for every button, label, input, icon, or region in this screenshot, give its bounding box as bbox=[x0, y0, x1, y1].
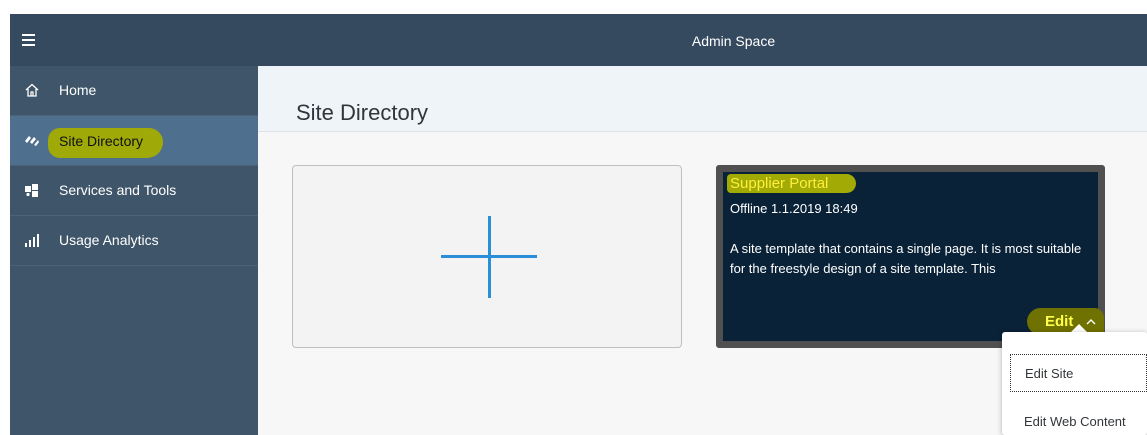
sidebar-item-label: Site Directory bbox=[48, 128, 164, 158]
shell-bar: Admin Space bbox=[10, 14, 1147, 66]
sidebar-item-usage-analytics[interactable]: Usage Analytics bbox=[10, 216, 258, 266]
edit-button[interactable]: Edit bbox=[1027, 308, 1104, 335]
hamburger-icon[interactable] bbox=[18, 28, 42, 52]
app-title: Admin Space bbox=[691, 33, 776, 49]
site-title: Supplier Portal bbox=[727, 174, 857, 193]
sidebar-item-label: Services and Tools bbox=[59, 182, 177, 198]
menu-item-edit-web-content[interactable]: Edit Web Content bbox=[1010, 403, 1147, 435]
page-header: Site Directory bbox=[258, 66, 1147, 132]
menu-item-edit-site[interactable]: Edit Site bbox=[1010, 354, 1147, 392]
add-site-tile[interactable] bbox=[292, 165, 682, 348]
home-icon bbox=[25, 83, 39, 97]
sidebar-item-services-and-tools[interactable]: Services and Tools bbox=[10, 166, 258, 216]
site-tile[interactable]: Supplier Portal Offline 1.1.2019 18:49 A… bbox=[716, 165, 1105, 348]
puzzle-icon bbox=[25, 184, 38, 197]
app-frame: Admin Space Home Site Directory Services… bbox=[10, 14, 1147, 435]
bar-chart-icon bbox=[25, 234, 39, 247]
site-directory-icon bbox=[25, 136, 39, 146]
edit-menu: Edit Site Edit Web Content bbox=[1002, 332, 1147, 435]
site-description: A site template that contains a single p… bbox=[730, 241, 1082, 276]
sidebar-item-label: Home bbox=[59, 82, 97, 98]
sidebar-item-label: Usage Analytics bbox=[59, 232, 159, 248]
sidebar: Home Site Directory Services and Tools U… bbox=[10, 66, 258, 435]
site-status: Offline 1.1.2019 18:49 bbox=[730, 201, 858, 216]
sidebar-item-site-directory[interactable]: Site Directory bbox=[10, 116, 258, 166]
page-title: Site Directory bbox=[296, 100, 429, 125]
plus-icon bbox=[488, 216, 491, 298]
sidebar-item-home[interactable]: Home bbox=[10, 66, 258, 116]
